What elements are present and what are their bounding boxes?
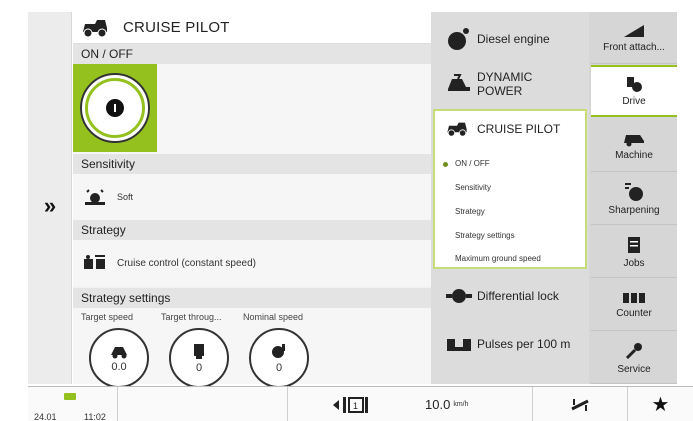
submenu-item-max-ground-speed[interactable]: Maximum ground speed [455,254,541,263]
dynamic-power-icon [441,73,477,95]
datetime-cell: 24.01 11:02 [28,387,118,421]
date-text: 24.01 [34,412,57,421]
list-item-dynamic-power[interactable]: DYNAMIC POWER [431,62,589,106]
throughput-icon [194,344,204,359]
main-panel: CRUISE PILOT ON / OFF Sensitivity Soft S… [73,12,431,388]
screen: » CRUISE PILOT ON / OFF Sensitivity Soft… [0,0,693,421]
gauge-label-target-speed: Target speed [81,312,134,322]
strategy-icon [81,254,109,272]
wrench-icon [625,342,642,359]
nav-item-sharpening[interactable]: Sharpening [591,173,677,225]
machine-icon [624,134,644,146]
nav-item-drive[interactable]: Drive [591,65,677,117]
time-text: 11:02 [84,412,106,421]
strategy-settings-header: Strategy settings [73,288,431,308]
sensitivity-icon [81,188,109,206]
nominal-speed-value: 0 [275,362,283,374]
nav-item-counter[interactable]: Counter [591,279,677,331]
submenu-item-sensitivity[interactable]: Sensitivity [455,183,491,192]
target-throughput-gauge[interactable]: 0 [169,328,229,388]
submenu-item-strategy[interactable]: Strategy [455,207,485,216]
cruise-pilot-submenu: CRUISE PILOT ON / OFF Sensitivity Strate… [433,109,587,269]
sd-card-icon [64,393,76,400]
nav-label-service: Service [617,363,651,375]
page-title: CRUISE PILOT [123,19,230,36]
nav-item-machine[interactable]: Machine [591,120,677,172]
gauge-label-nominal-speed: Nominal speed [243,312,304,322]
left-strip: » [28,12,72,384]
main-navigation: Front attach... Drive Machine Sharpening… [589,12,677,384]
submenu-item-strategy-settings[interactable]: Strategy settings [455,231,515,240]
differential-lock-icon [441,286,477,306]
nav-label-machine: Machine [615,149,653,161]
nav-label-counter: Counter [616,307,652,319]
drive-icon [627,77,642,92]
counter-icon [623,292,645,303]
nav-item-front-attachment[interactable]: Front attach... [591,12,677,64]
speed-cell: 10.0 km/h [423,387,533,421]
ground-speed-value: 10.0 [425,397,451,412]
nav-item-jobs[interactable]: Jobs [591,226,677,278]
nav-item-service[interactable]: Service [591,332,677,384]
status-bar: 24.01 11:02 1 10.0 km/h ★ [28,386,693,421]
front-attachment-icon [624,24,644,37]
list-item-diesel-engine[interactable]: Diesel engine [431,18,589,60]
cruise-pilot-icon [81,18,111,38]
selected-dot [443,162,448,167]
list-item-differential-lock[interactable]: Differential lock [431,278,589,314]
nav-label-sharpening: Sharpening [608,204,660,216]
favorites-cell[interactable]: ★ [628,387,693,421]
gear-shift-icon: 1 [332,396,368,413]
function-list: Diesel engine DYNAMIC POWER CRUISE PILOT… [431,12,589,384]
list-item-pulses[interactable]: Pulses per 100 m [431,324,589,364]
cruise-pilot-submenu-header[interactable]: CRUISE PILOT [435,111,585,147]
onoff-section [73,64,431,154]
diesel-engine-icon [441,26,477,52]
strategy-row[interactable]: Cruise control (constant speed) [73,240,431,286]
onoff-toggle[interactable] [73,64,157,152]
page-title-bar: CRUISE PILOT [73,12,431,44]
cruise-pilot-icon [447,122,467,137]
strategy-value: Cruise control (constant speed) [117,257,256,269]
strategy-settings-section: Target speed Target throug... Nominal sp… [73,308,431,388]
engine-speed-icon [272,344,285,358]
status-empty-cell [118,387,288,421]
expand-icon[interactable]: » [34,190,66,222]
sensitivity-row[interactable]: Soft [73,174,431,220]
cruise-pilot-submenu-title: CRUISE PILOT [477,122,561,136]
dynamic-power-label: DYNAMIC POWER [477,69,533,98]
nav-label-jobs: Jobs [623,257,645,269]
header-height-icon [571,398,589,411]
svg-text:1: 1 [353,401,358,411]
sensitivity-header: Sensitivity [73,154,431,174]
target-speed-value: 0.0 [111,361,127,373]
pulses-label: Pulses per 100 m [477,336,571,351]
target-throughput-value: 0 [195,362,203,374]
nav-label-front-attachment: Front attach... [603,41,665,53]
diesel-engine-label: Diesel engine [477,31,550,46]
power-icon [106,99,124,117]
nav-label-drive: Drive [622,96,646,107]
jobs-icon [628,236,640,253]
differential-lock-label: Differential lock [477,288,559,303]
pulses-icon [441,335,477,353]
nominal-speed-gauge[interactable]: 0 [249,328,309,388]
target-speed-gauge[interactable]: 0.0 [89,328,149,388]
ground-speed-unit: km/h [453,401,469,408]
header-position-cell[interactable] [533,387,628,421]
onoff-header: ON / OFF [73,44,431,64]
gauge-label-target-throughput: Target throug... [161,312,222,322]
gear-indicator-cell[interactable]: 1 [288,387,423,421]
sensitivity-value: Soft [117,192,134,202]
power-ring [80,73,150,143]
strategy-header: Strategy [73,220,431,240]
sharpening-icon [625,182,643,201]
submenu-item-onoff[interactable]: ON / OFF [455,159,490,168]
star-icon: ★ [651,394,670,416]
speed-icon [111,347,127,359]
